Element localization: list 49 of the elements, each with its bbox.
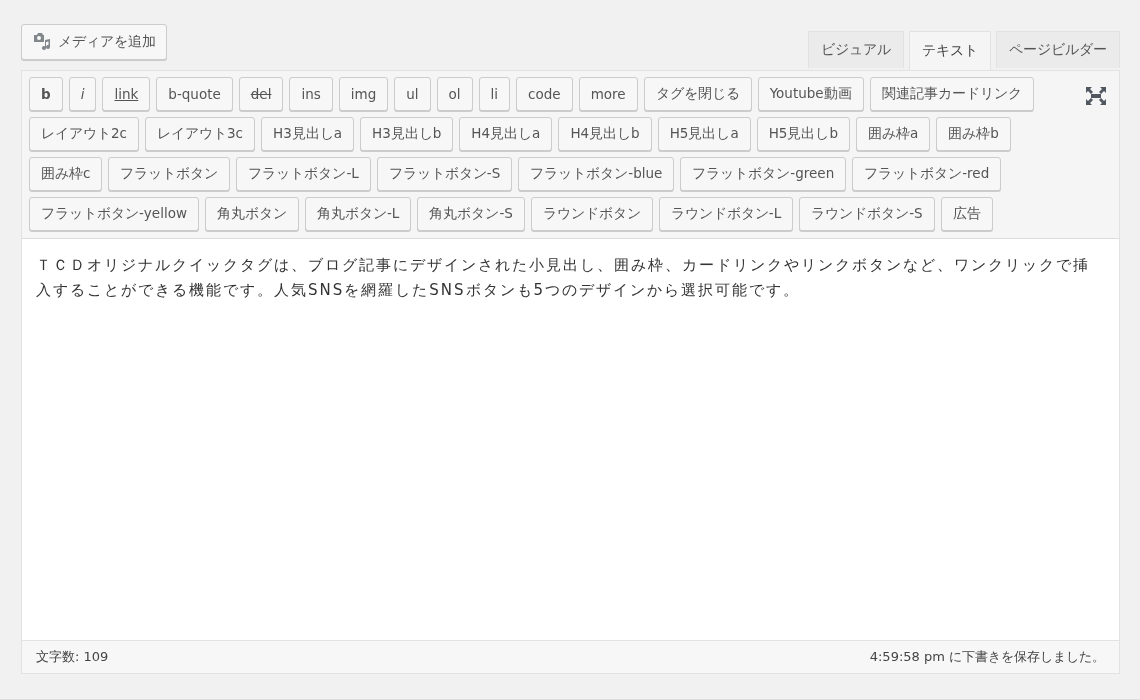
editor-tab[interactable]: ページビルダー <box>996 31 1120 68</box>
media-icon <box>32 32 52 52</box>
quicktag-button[interactable]: フラットボタン-S <box>376 157 513 191</box>
quicktag-button[interactable]: ラウンドボタン-S <box>799 197 935 231</box>
quicktag-button[interactable]: H4見出しa <box>459 117 553 151</box>
quicktag-button[interactable]: 角丸ボタン-L <box>304 197 412 231</box>
quicktag-button[interactable]: 広告 <box>940 197 993 231</box>
quicktag-button[interactable]: link <box>102 77 151 111</box>
quicktag-button[interactable]: b-quote <box>156 77 233 111</box>
quicktag-button[interactable]: code <box>516 77 573 111</box>
quicktag-button[interactable]: ol <box>436 77 473 111</box>
word-count: 文字数: 109 <box>36 648 109 666</box>
quicktag-button[interactable]: 角丸ボタン <box>204 197 299 231</box>
quicktag-button[interactable]: レイアウト3c <box>145 117 256 151</box>
quicktag-button[interactable]: フラットボタン-blue <box>518 157 675 191</box>
quicktag-button[interactable]: フラットボタン-green <box>680 157 847 191</box>
quicktag-button[interactable]: レイアウト2c <box>29 117 139 151</box>
text-editor-field[interactable]: ＴＣＤオリジナルクイックタグは、ブログ記事にデザインされた小見出し、囲み枠、カードリンクやリンクボタンなど、ワンクリックで挿入することができる機能です。人気SNSを網羅したSNSボタンも5つのデザインから選択可能です。 <box>22 239 1119 640</box>
quicktag-button[interactable]: フラットボタン <box>108 157 231 191</box>
quicktag-button[interactable]: 囲み枠b <box>936 117 1011 151</box>
quicktag-button[interactable]: H5見出しa <box>657 117 751 151</box>
quicktag-button[interactable]: ins <box>289 77 333 111</box>
quicktag-button[interactable]: ラウンドボタン-L <box>658 197 794 231</box>
quicktag-button[interactable]: ラウンドボタン <box>530 197 653 231</box>
quicktag-button[interactable]: H4見出しb <box>558 117 652 151</box>
quicktag-button[interactable]: b <box>29 77 63 111</box>
editor-tab[interactable]: テキスト <box>909 31 991 70</box>
autosave-status: 4:59:58 pm に下書きを保存しました。 <box>869 648 1105 666</box>
quicktag-button[interactable]: 角丸ボタン-S <box>417 197 525 231</box>
quicktag-button[interactable]: Youtube動画 <box>757 77 864 111</box>
add-media-button[interactable]: メディアを追加 <box>21 24 167 60</box>
quicktag-button[interactable]: フラットボタン-L <box>236 157 371 191</box>
quicktag-button[interactable]: ul <box>394 77 431 111</box>
quicktag-button[interactable]: H3見出しa <box>261 117 355 151</box>
quicktag-button[interactable]: li <box>478 77 511 111</box>
quicktag-button[interactable]: del <box>238 77 284 111</box>
quicktag-button[interactable]: H5見出しb <box>756 117 850 151</box>
quicktag-button[interactable]: more <box>578 77 638 111</box>
quicktag-button[interactable]: 囲み枠a <box>856 117 931 151</box>
fullscreen-icon[interactable] <box>1085 86 1107 106</box>
quicktag-button[interactable]: 囲み枠c <box>29 157 103 191</box>
editor-tab[interactable]: ビジュアル <box>808 31 904 68</box>
quicktag-button[interactable]: img <box>338 77 389 111</box>
quicktag-button[interactable]: フラットボタン-yellow <box>29 197 199 231</box>
quicktag-button[interactable]: i <box>68 77 97 111</box>
quicktag-button[interactable]: タグを閉じる <box>643 77 752 111</box>
quicktag-button[interactable]: H3見出しb <box>360 117 454 151</box>
quicktag-button[interactable]: 関連記事カードリンク <box>869 77 1034 111</box>
quicktag-button[interactable]: フラットボタン-red <box>852 157 1002 191</box>
